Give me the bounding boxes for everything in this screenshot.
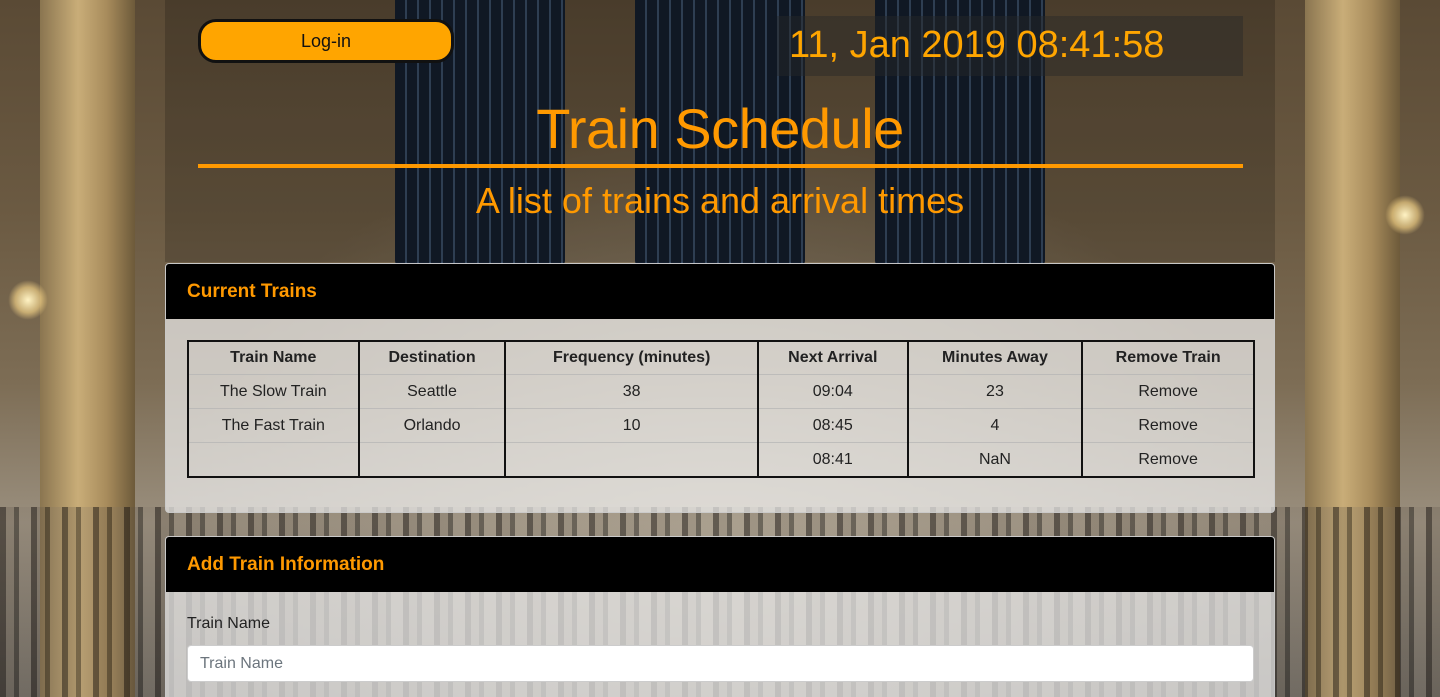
- background-lamp: [1385, 195, 1425, 235]
- column-header-remove-train: Remove Train: [1081, 341, 1255, 375]
- cell-destination: Orlando: [357, 408, 507, 443]
- remove-train-button[interactable]: Remove: [1081, 442, 1255, 477]
- cell-frequency: [504, 442, 759, 477]
- cell-minutes-away: NaN: [906, 442, 1084, 477]
- page-title: Train Schedule: [536, 97, 904, 160]
- login-button[interactable]: Log-in: [198, 19, 454, 63]
- background-lamp: [8, 280, 48, 320]
- train-name-input[interactable]: [187, 645, 1254, 682]
- current-time: 11, Jan 2019 08:41:58: [789, 24, 1165, 66]
- column-header-minutes-away: Minutes Away: [906, 341, 1084, 375]
- column-header-next-arrival: Next Arrival: [756, 341, 909, 375]
- page-subtitle: A list of trains and arrival times: [475, 180, 965, 221]
- remove-train-button[interactable]: Remove: [1081, 408, 1255, 443]
- train-name-label: Train Name: [187, 615, 270, 632]
- main-container: Log-in 11, Jan 2019 08:41:58 Train Sched…: [165, 0, 1275, 697]
- cell-minutes-away: 4: [906, 408, 1084, 443]
- cell-train-name: The Slow Train: [187, 374, 360, 409]
- table-header-row: Train Name Destination Frequency (minute…: [187, 341, 1255, 375]
- cell-destination: Seattle: [357, 374, 507, 409]
- title-divider: [198, 164, 1243, 168]
- trains-table: Train Name Destination Frequency (minute…: [187, 340, 1255, 478]
- column-header-train-name: Train Name: [187, 341, 360, 375]
- cell-destination: [357, 442, 507, 477]
- add-train-heading: Add Train Information: [166, 537, 1274, 592]
- cell-next-arrival: 08:41: [756, 442, 909, 477]
- cell-train-name: The Fast Train: [187, 408, 360, 443]
- add-train-card: Add Train Information Train Name: [165, 536, 1275, 697]
- cell-frequency: 38: [504, 374, 759, 409]
- cell-next-arrival: 08:45: [756, 408, 909, 443]
- cell-minutes-away: 23: [906, 374, 1084, 409]
- table-row: The Slow Train Seattle 38 09:04 23 Remov…: [187, 374, 1255, 409]
- cell-next-arrival: 09:04: [756, 374, 909, 409]
- remove-train-button[interactable]: Remove: [1081, 374, 1255, 409]
- cell-train-name: [187, 442, 360, 477]
- cell-frequency: 10: [504, 408, 759, 443]
- table-row: 08:41 NaN Remove: [187, 442, 1255, 477]
- table-row: The Fast Train Orlando 10 08:45 4 Remove: [187, 408, 1255, 443]
- column-header-frequency: Frequency (minutes): [504, 341, 759, 375]
- current-trains-heading: Current Trains: [166, 264, 1274, 319]
- column-header-destination: Destination: [357, 341, 507, 375]
- header: Log-in 11, Jan 2019 08:41:58 Train Sched…: [165, 0, 1275, 262]
- current-trains-card: Current Trains Train Name Destination Fr…: [165, 263, 1275, 513]
